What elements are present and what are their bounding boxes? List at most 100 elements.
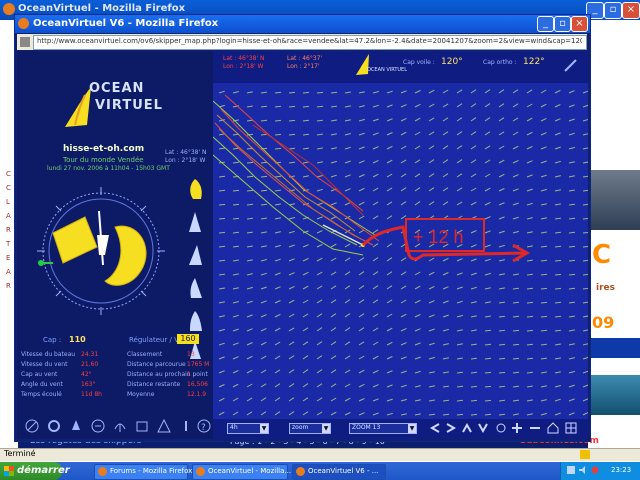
logo-text-ocean: OCEAN	[89, 81, 145, 96]
stat-value: 42°	[81, 371, 92, 378]
network-icon[interactable]	[567, 466, 575, 474]
stat-label: Distance restante	[127, 381, 181, 388]
stat-label: Vitesse du vent	[21, 361, 68, 368]
taskbar-item-active[interactable]: OceanVirtuel V6 - ...	[292, 464, 386, 480]
weather-map: Lat : 46°38' N Lon : 2°18' W Lat : 46°37…	[213, 51, 588, 439]
lock-icon	[580, 450, 590, 459]
bg-letter: A	[6, 212, 11, 220]
volume-icon[interactable]	[579, 466, 587, 474]
pan-right-icon[interactable]	[445, 422, 457, 434]
map-icon[interactable]	[91, 419, 105, 433]
chevron-down-icon: ▼	[408, 424, 416, 433]
logo-text-virtuel: VIRTUEL	[95, 98, 163, 113]
help-icon[interactable]: ?	[197, 419, 211, 433]
stat-label: Classement	[127, 351, 163, 358]
url-field[interactable]: http://www.oceanvirtuel.com/ov6/skipper_…	[33, 35, 587, 50]
start-button[interactable]: démarrer	[0, 462, 70, 480]
wind-field-map[interactable]: + 12 h	[213, 85, 588, 419]
map-logo-text: OCEAN VIRTUEL	[367, 67, 407, 73]
radar-icon[interactable]	[113, 419, 127, 433]
info-icon[interactable]	[179, 419, 193, 433]
bg-letter: R	[6, 282, 11, 290]
stat-label: Vitesse du bateau	[21, 351, 76, 358]
pan-up-icon[interactable]	[461, 422, 473, 434]
stats-row: Vitesse du vent 21.60 Distance parcourue…	[21, 361, 211, 369]
taskbar-item[interactable]: Forums - Mozilla Firefox	[94, 464, 192, 480]
background-photo[interactable]	[590, 375, 640, 415]
popup-window: OceanVirtuel V6 - Mozilla Firefox _ ▫ × …	[14, 14, 591, 442]
popup-title-bar[interactable]: OceanVirtuel V6 - Mozilla Firefox _ ▫ ×	[15, 15, 590, 33]
time-select[interactable]: 4h ▼	[227, 423, 269, 434]
bg-letter: C	[6, 184, 11, 192]
pencil-icon[interactable]	[563, 57, 579, 73]
compass-icon[interactable]	[25, 419, 39, 433]
firefox-icon	[98, 467, 107, 476]
cap-value: 120°	[441, 57, 463, 67]
stat-value: 24.31	[81, 351, 99, 358]
taskbar: démarrer Forums - Mozilla Firefox OceanV…	[0, 462, 640, 480]
gennaker-sail-icon[interactable]	[187, 311, 203, 331]
background-banner[interactable]	[590, 338, 640, 358]
stats-table: Vitesse du bateau 24.31 Classement 13 Vi…	[21, 351, 211, 401]
code0-sail-icon[interactable]	[187, 278, 203, 298]
clock[interactable]: 23:23	[611, 466, 631, 474]
background-photo[interactable]	[590, 170, 640, 230]
security-icon[interactable]	[591, 466, 599, 474]
panel-toolbar: ?	[21, 419, 211, 435]
zoom-select[interactable]: zoom ▼	[289, 423, 331, 434]
url-text: http://www.oceanvirtuel.com/ov6/skipper_…	[37, 37, 582, 45]
map-lon-secondary: Lon : 2°17'	[287, 63, 320, 70]
race-name: Tour du monde Vendée	[63, 156, 144, 164]
heading-label: Cap :	[43, 336, 62, 344]
boat-icon[interactable]	[69, 419, 83, 433]
warning-icon[interactable]	[157, 419, 171, 433]
popup-minimize-button[interactable]: _	[537, 16, 554, 32]
jib-sail-icon[interactable]	[187, 212, 203, 232]
center-boat-icon[interactable]	[495, 422, 507, 434]
stat-label: Moyenne	[127, 391, 155, 398]
wind-compass[interactable]	[33, 181, 173, 321]
heading-value: 110	[69, 335, 86, 344]
background-number: 09	[592, 313, 615, 332]
stat-label: Angle du vent	[21, 381, 63, 388]
map-lon: Lon : 2°18' W	[223, 63, 264, 70]
taskbar-item-label: OceanVirtuel - Mozilla...	[208, 467, 292, 475]
chart-icon[interactable]	[135, 419, 149, 433]
chevron-down-icon: ▼	[322, 424, 330, 433]
regulator-input[interactable]: 160	[177, 334, 199, 344]
popup-close-button[interactable]: ×	[571, 16, 588, 32]
grid-icon[interactable]	[565, 422, 577, 434]
stats-row: Temps écoulé 11d 8h Moyenne 12.1.9	[21, 391, 211, 399]
cap-ortho-label: Cap ortho :	[483, 59, 517, 66]
map-controls: 4h ▼ zoom ▼ ZOOM 13 ▼	[213, 419, 588, 439]
stat-label: Cap au vent	[21, 371, 58, 378]
close-button[interactable]: ×	[622, 2, 640, 19]
time-select-value: 4h	[230, 424, 238, 431]
stats-row: Cap au vent 42° Distance au prochain poi…	[21, 371, 211, 379]
system-tray: 23:23	[560, 462, 640, 480]
taskbar-item-label: OceanVirtuel V6 - ...	[308, 467, 379, 475]
map-logo-icon	[356, 54, 369, 75]
firefox-icon	[196, 467, 205, 476]
home-icon[interactable]	[547, 422, 559, 434]
zoom-select-value: zoom	[292, 424, 309, 431]
zoom-in-icon[interactable]	[511, 422, 523, 434]
pan-left-icon[interactable]	[429, 422, 441, 434]
bg-letter: E	[6, 254, 11, 262]
zoom-level-select[interactable]: ZOOM 13 ▼	[349, 423, 417, 434]
page-icon	[20, 37, 30, 47]
cap-ortho-value: 122°	[523, 57, 545, 67]
stat-label: Temps écoulé	[21, 391, 62, 398]
bg-letter: T	[6, 240, 11, 248]
genoa-sail-icon[interactable]	[187, 245, 203, 265]
bg-letter: C	[6, 170, 11, 178]
spinnaker-sail-icon[interactable]	[187, 179, 203, 199]
settings-icon[interactable]	[47, 419, 61, 433]
popup-maximize-button[interactable]: ▫	[554, 16, 571, 32]
zoom-out-icon[interactable]	[529, 422, 541, 434]
maximize-button[interactable]: ▫	[604, 2, 622, 19]
taskbar-item[interactable]: OceanVirtuel - Mozilla...	[192, 464, 292, 480]
pan-down-icon[interactable]	[477, 422, 489, 434]
stat-value: 1	[187, 371, 191, 378]
popup-window-title: OceanVirtuel V6 - Mozilla Firefox	[33, 18, 219, 29]
